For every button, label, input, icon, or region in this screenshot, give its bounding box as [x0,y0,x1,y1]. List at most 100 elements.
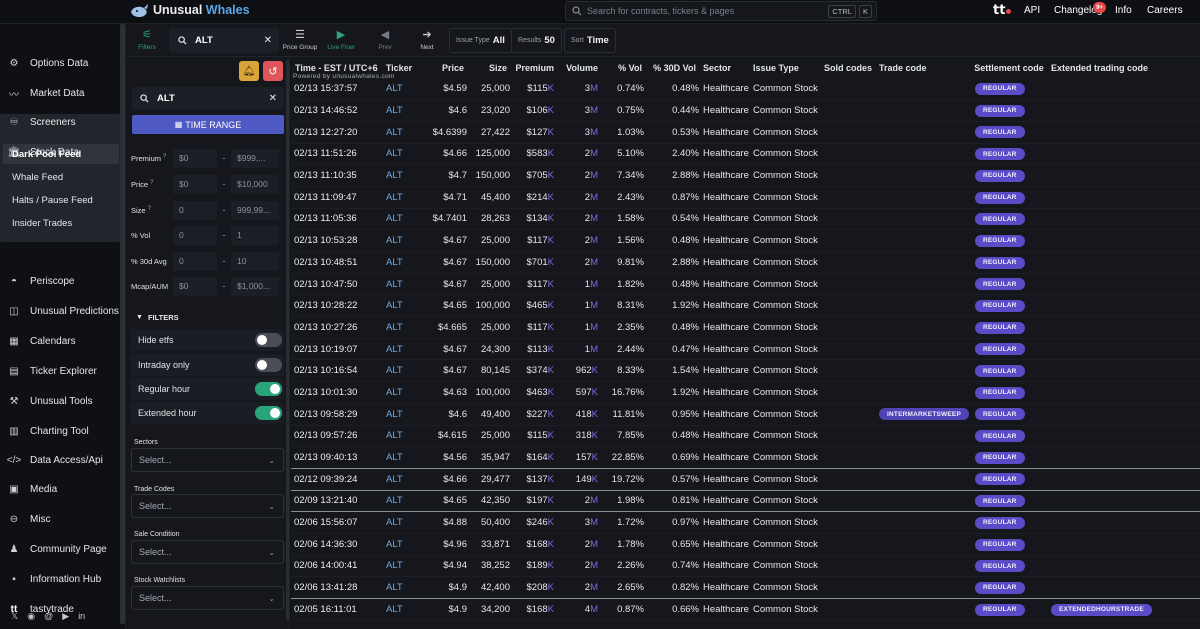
sort-select[interactable]: Sort Time [564,28,616,53]
cell-ticker[interactable]: ALT [381,252,417,274]
ticker-clear-icon[interactable]: ✕ [264,35,272,46]
cell-ticker[interactable]: ALT [381,165,417,187]
range-min-input[interactable]: 0 [173,251,217,271]
range-max-input[interactable]: 1 [231,225,279,245]
select-trade-codes[interactable]: Select... ⌄ [131,494,284,518]
threads-icon[interactable]: @ [44,611,53,622]
cell-ticker[interactable]: ALT [381,577,417,599]
table-row[interactable]: 02/13 10:47:50 ALT $4.67 25,000 $117K 1M 1.82%… [291,273,1200,295]
table-row[interactable]: 02/05 16:11:01 ALT $4.9 34,200 $168K 4M 0.87% 0… [291,599,1200,621]
sidebar-item-media[interactable]: ▣ Media [0,476,120,502]
table-row[interactable]: 02/13 15:37:57 ALT $4.59 25,000 $115K 3M 0.74%… [291,78,1200,100]
cell-ticker[interactable]: ALT [381,100,417,122]
sidebar-item-calendars[interactable]: ▦ Calendars [0,328,120,354]
table-row[interactable]: 02/06 13:41:28 ALT $4.9 42,400 $208K 2M 2.65% 0… [291,577,1200,599]
cell-ticker[interactable]: ALT [381,382,417,404]
sidebar-item-ticker-explorer[interactable]: ▤ Ticker Explorer [0,358,120,384]
range-min-input[interactable]: $0 [173,174,217,194]
whale-logo-icon[interactable] [129,3,149,20]
panel-scrollbar[interactable] [286,60,289,620]
select-sale-condition[interactable]: Select... ⌄ [131,540,284,564]
table-row[interactable]: 02/13 10:48:51 ALT $4.67 150,000 $701K 2M 9.81… [291,252,1200,274]
table-row[interactable]: 02/13 10:28:22 ALT $4.65 100,000 $465K 1M 8.31… [291,295,1200,317]
table-row[interactable]: 02/13 10:19:07 ALT $4.67 24,300 $113K 1M 2.44%… [291,338,1200,360]
ticker-search-input[interactable]: ALT [195,35,264,46]
cell-ticker[interactable]: ALT [381,78,417,100]
toggle-switch[interactable] [255,406,282,420]
table-row[interactable]: 02/13 09:40:13 ALT $4.56 35,947 $164K 157K 22.… [291,447,1200,469]
table-row[interactable]: 02/13 10:01:30 ALT $4.63 100,000 $463K 597K 16… [291,382,1200,404]
sidebar-item-data-access-api[interactable]: </> Data Access/Api [0,447,120,473]
cell-ticker[interactable]: ALT [381,447,417,469]
sidebar-item-screeners[interactable]: ♾ Screeners [0,109,120,135]
range-max-input[interactable]: $1,000... [231,276,279,296]
cell-ticker[interactable]: ALT [381,317,417,339]
search-bar[interactable]: Search for contracts, tickers & pages CT… [565,1,877,21]
table-row[interactable]: 02/13 11:51:26 ALT $4.66 125,000 $583K 2M 5.10… [291,143,1200,165]
cell-ticker[interactable]: ALT [381,403,417,425]
table-row[interactable]: 02/06 15:56:07 ALT $4.88 50,400 $246K 3M 1.72%… [291,512,1200,534]
sidebar-item-options-data[interactable]: ⚙ Options Data [0,50,120,76]
linkedin-icon[interactable]: in [78,611,85,622]
col-header-pct-vol[interactable]: % Vol [602,57,644,78]
sidebar-subitem-halts-pause-feed[interactable]: Halts / Pause Feed [3,190,119,210]
sidebar-item-periscope[interactable]: ◓ Periscope [0,268,120,294]
search-input[interactable]: Search for contracts, tickers & pages [587,6,828,16]
cell-ticker[interactable]: ALT [381,599,417,621]
table-row[interactable]: 02/13 11:10:35 ALT $4.7 150,000 $705K 2M 7.34%… [291,165,1200,187]
sidebar-item-unusual-predictions[interactable]: ◫ Unusual Predictions [0,298,120,324]
table-row[interactable]: 02/13 11:09:47 ALT $4.71 45,400 $214K 2M 2.43%… [291,186,1200,209]
range-min-input[interactable]: $0 [173,276,217,296]
table-row[interactable]: 02/13 14:46:52 ALT $4.6 23,020 $106K 3M 0.75% 0… [291,100,1200,122]
nav-careers[interactable]: Careers [1147,5,1183,16]
next-button[interactable]: ➔ Next [413,27,441,54]
filters-section-header[interactable]: ▼ FILTERS [136,313,179,322]
discord-icon[interactable]: ◉ [27,611,35,622]
prev-button[interactable]: ◀ Prev [371,27,399,54]
col-header-pct-30d-vol[interactable]: % 30D Vol [644,57,699,78]
alerts-button[interactable]: 🔔︎ [239,61,259,81]
filters-button[interactable]: ⚟ Filters [133,27,161,54]
table-row[interactable]: 02/13 10:27:26 ALT $4.665 25,000 $117K 1M 2.35… [291,317,1200,339]
table-row[interactable]: 02/06 14:00:41 ALT $4.94 38,252 $189K 2M 2.26%… [291,555,1200,577]
cell-ticker[interactable]: ALT [381,338,417,360]
sidebar-subitem-dark-pool-feed[interactable]: Dark Pool Feed [3,144,119,164]
select-sectors[interactable]: Select... ⌄ [131,448,284,472]
sidebar-item-misc[interactable]: ⊖ Misc [0,506,120,532]
toggle-switch[interactable] [255,358,282,372]
panel-clear-icon[interactable]: ✕ [269,93,277,104]
select-stock-watchlists[interactable]: Select... ⌄ [131,586,284,610]
nav-info[interactable]: Info [1115,5,1132,16]
cell-ticker[interactable]: ALT [381,533,417,555]
results-select[interactable]: Results 50 [511,28,562,53]
col-header-sector[interactable]: Sector [699,57,749,78]
cell-ticker[interactable]: ALT [381,468,417,490]
sidebar-item-charting-tool[interactable]: ▥ Charting Tool [0,418,120,444]
range-max-input[interactable]: 999,99... [231,200,279,220]
table-row[interactable]: 02/06 14:36:30 ALT $4.96 33,871 $168K 2M 1.78%… [291,533,1200,556]
sidebar-subitem-whale-feed[interactable]: Whale Feed [3,167,119,187]
time-range-button[interactable]: ▦ TIME RANGE [132,115,284,134]
col-header-size[interactable]: Size [467,57,510,78]
sidebar-subitem-insider-trades[interactable]: Insider Trades [3,213,119,233]
table-row[interactable]: 02/13 10:16:54 ALT $4.67 80,145 $374K 962K 8.3… [291,360,1200,382]
tastytrade-logo-icon[interactable]: tt [993,3,1012,18]
cell-ticker[interactable]: ALT [381,186,417,208]
cell-ticker[interactable]: ALT [381,425,417,447]
col-header-volume[interactable]: Volume [557,57,602,78]
col-header-extended-trading-code[interactable]: Extended trading code [1047,57,1200,78]
range-max-input[interactable]: $10,000 [231,174,279,194]
issue-type-select[interactable]: Issue Type All [449,28,512,53]
cell-ticker[interactable]: ALT [381,295,417,317]
table-row[interactable]: 02/12 09:39:24 ALT $4.66 29,477 $137K 149K 19.… [291,468,1200,491]
cell-ticker[interactable]: ALT [381,273,417,295]
col-header-price[interactable]: Price [417,57,467,78]
range-min-input[interactable]: 0 [173,225,217,245]
cell-ticker[interactable]: ALT [381,208,417,230]
table-row[interactable]: 02/09 13:21:40 ALT $4.65 42,350 $197K 2M 1.98%… [291,490,1200,512]
range-min-input[interactable]: 0 [173,200,217,220]
cell-ticker[interactable]: ALT [381,230,417,252]
sidebar-item-market-data[interactable]: 〰 Market Data [0,80,120,106]
price-group-button[interactable]: ☰ Price Group [282,27,318,54]
cell-ticker[interactable]: ALT [381,555,417,577]
